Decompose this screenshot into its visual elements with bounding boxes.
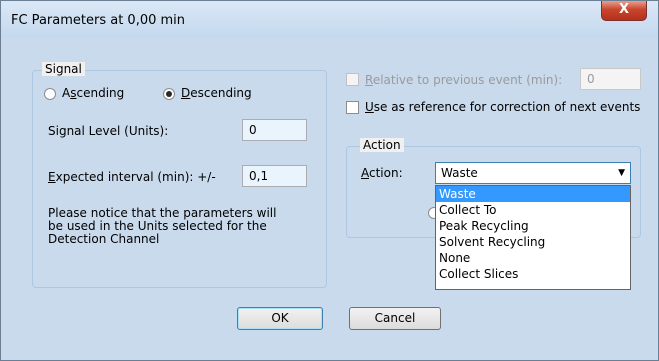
action-label: Action: [361,166,403,180]
signal-level-input[interactable]: 0 [242,119,307,141]
action-option-peak-recycling[interactable]: Peak Recycling [436,218,630,234]
ascending-radio[interactable] [44,88,56,100]
action-group-legend: Action [360,138,404,152]
action-option-solvent-recycling[interactable]: Solvent Recycling [436,234,630,250]
action-option-none[interactable]: None [436,250,630,266]
signal-level-label: Signal Level (Units): [48,124,169,138]
action-dropdown[interactable]: Waste ▼ [435,162,631,184]
close-button[interactable]: X [601,1,647,21]
title-bar[interactable]: FC Parameters at 0,00 min X [1,1,658,37]
cancel-button[interactable]: Cancel [349,307,441,330]
close-icon: X [618,2,630,17]
relative-label: Relative to previous event (min): [365,73,563,87]
action-dropdown-value: Waste [441,166,478,180]
action-option-collect-slices[interactable]: Collect Slices [436,266,630,282]
signal-group-legend: Signal [42,62,85,76]
action-option-waste[interactable]: Waste [436,186,630,202]
action-dropdown-list[interactable]: Waste Collect To Peak Recycling Solvent … [435,185,631,290]
relative-input[interactable]: 0 [580,68,641,90]
descending-label[interactable]: Descending [181,86,252,100]
descending-radio[interactable] [163,88,175,100]
ascending-label[interactable]: Ascending [62,86,124,100]
expected-interval-input[interactable]: 0,1 [242,165,307,187]
ok-button[interactable]: OK [237,307,323,330]
signal-notice: Please notice that the parameters will b… [48,207,276,246]
relative-checkbox[interactable] [346,73,359,86]
chevron-down-icon[interactable]: ▼ [618,168,625,178]
expected-interval-label: Expected interval (min): +/- [48,170,216,184]
reference-label[interactable]: Use as reference for correction of next … [365,100,640,114]
notice-line-3: Detection Channel [48,232,160,246]
window-title: FC Parameters at 0,00 min [11,13,186,28]
reference-checkbox[interactable] [346,101,359,114]
action-option-collect-to[interactable]: Collect To [436,202,630,218]
